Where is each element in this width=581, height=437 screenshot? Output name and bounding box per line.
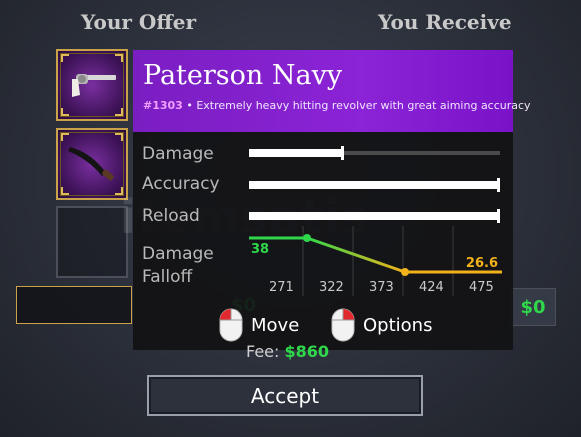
offer-money-box[interactable]: $0 [16, 286, 256, 324]
offer-slot-knife[interactable] [56, 128, 128, 200]
stat-label-damage: Damage [142, 144, 214, 164]
fee-amount: $860 [284, 342, 330, 361]
move-label: Move [251, 314, 300, 336]
knife-icon [68, 147, 114, 181]
item-description-line: #1303 • Extremely heavy hitting revolver… [143, 99, 531, 112]
item-tooltip: Paterson Navy #1303 • Extremely heavy hi… [133, 50, 531, 350]
options-label: Options [363, 314, 433, 336]
receive-money-box: $0 [510, 288, 556, 326]
tooltip-header: Paterson Navy #1303 • Extremely heavy hi… [133, 50, 531, 132]
options-control[interactable]: Options [331, 308, 432, 342]
stat-bar-accuracy [249, 178, 500, 192]
falloff-tick: 373 [369, 280, 394, 295]
falloff-tick: 322 [319, 280, 344, 295]
move-control[interactable]: Move [219, 308, 299, 342]
falloff-end-value: 26.6 [465, 256, 498, 271]
damage-falloff-graph: 38 26.6 271 322 373 424 475 [249, 226, 502, 296]
offer-slot-revolver[interactable] [56, 49, 128, 121]
stat-bar-fill [249, 149, 345, 157]
stat-bar-marker [341, 146, 345, 160]
trade-fee: Fee: $860 [246, 342, 329, 361]
stat-label-damage-falloff: Damage Falloff [142, 244, 214, 287]
item-description: Extremely heavy hitting revolver with gr… [196, 99, 531, 112]
stat-bar-marker [497, 178, 500, 192]
accept-button[interactable]: Accept [147, 375, 423, 416]
falloff-tick: 271 [269, 280, 294, 295]
stat-bar-fill [249, 181, 500, 189]
item-number: #1303 [143, 99, 183, 112]
stat-bar-damage [249, 146, 500, 160]
receive-money-value: $0 [520, 296, 546, 318]
stat-label-accuracy: Accuracy [142, 174, 220, 194]
stat-label-reload: Reload [142, 206, 200, 226]
your-offer-heading: Your Offer [81, 10, 197, 34]
revolver-icon [72, 74, 116, 97]
you-receive-heading: You Receive [378, 10, 512, 34]
stat-bar-reload [249, 209, 500, 223]
mouse-right-click-icon [331, 308, 355, 342]
falloff-start-value: 38 [251, 242, 270, 257]
fee-label: Fee: [246, 342, 280, 361]
falloff-tick: 424 [419, 280, 444, 295]
tooltip-controls: Move Options [133, 304, 513, 344]
falloff-tick: 475 [469, 280, 494, 295]
stat-bar-marker [497, 209, 500, 223]
stat-bar-fill [249, 212, 500, 220]
offer-slot-empty[interactable] [56, 206, 128, 278]
item-title: Paterson Navy [143, 60, 343, 91]
mouse-left-click-icon [219, 308, 243, 342]
